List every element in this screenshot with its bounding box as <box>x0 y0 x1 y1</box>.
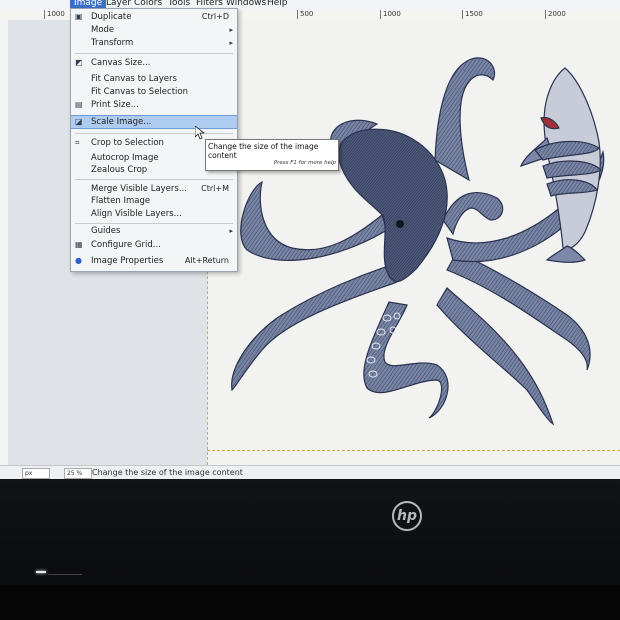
submenu-arrow-icon: ▸ <box>229 39 233 47</box>
menu-item-merge-visible[interactable]: Merge Visible Layers... Ctrl+M <box>71 183 237 195</box>
menu-separator <box>75 179 233 180</box>
menu-item-duplicate[interactable]: ▣ Duplicate Ctrl+D <box>71 11 237 23</box>
menubar-image[interactable]: Image <box>70 0 107 8</box>
menu-separator <box>75 133 233 134</box>
menu-item-flatten[interactable]: Flatten Image <box>71 195 237 207</box>
menu-item-image-properties[interactable]: ● Image Properties Alt+Return <box>71 255 237 267</box>
print-size-icon: ▤ <box>75 100 83 109</box>
tentacle <box>442 191 504 236</box>
crop-icon: ⌗ <box>75 138 80 147</box>
menu-item-configure-grid[interactable]: ▦ Configure Grid... <box>71 239 237 251</box>
ruler-tick: 2000 <box>545 10 566 19</box>
keyboard <box>0 585 620 620</box>
menu-item-mode[interactable]: Mode ▸ <box>71 24 237 36</box>
submenu-arrow-icon: ▸ <box>229 26 233 34</box>
octopus-illustration <box>231 57 605 426</box>
tooltip: Change the size of the image content Pre… <box>205 139 339 171</box>
menubar-tools[interactable]: Tools <box>168 0 190 8</box>
octopus-head <box>338 128 448 283</box>
monitor-screen: Image Layer Colors Tools Filters Windows… <box>0 0 620 484</box>
menu-separator <box>75 223 233 224</box>
submenu-arrow-icon: ▸ <box>229 227 233 235</box>
ruler-tick: 1000 <box>44 10 65 19</box>
menu-item-scale-image[interactable]: ◪ Scale Image... <box>71 115 237 129</box>
menubar-help[interactable]: Help <box>267 0 288 8</box>
ruler-tick: 500 <box>297 10 313 19</box>
menubar-filters[interactable]: Filters <box>196 0 223 8</box>
menu-item-fit-canvas-layers[interactable]: Fit Canvas to Layers <box>71 73 237 85</box>
menu-item-transform[interactable]: Transform ▸ <box>71 37 237 49</box>
tentacle <box>434 57 496 182</box>
zoom-select[interactable]: 25 % <box>64 468 92 479</box>
grid-icon: ▦ <box>75 240 83 249</box>
hp-logo: hp <box>392 501 422 531</box>
status-message: Change the size of the image content <box>92 468 243 477</box>
menu-item-guides[interactable]: Guides ▸ <box>71 225 237 237</box>
menubar-colors[interactable]: Colors <box>134 0 162 8</box>
octopus-eye <box>396 220 404 228</box>
menu-separator <box>75 53 233 54</box>
shark-tail <box>545 245 587 263</box>
ruler-tick: 1000 <box>380 10 401 19</box>
keyboard-light <box>36 571 46 573</box>
keyboard-edge <box>48 574 82 575</box>
ruler-tick: 1500 <box>462 10 483 19</box>
tentacle <box>363 301 449 419</box>
menubar-layer[interactable]: Layer <box>106 0 131 8</box>
scale-image-icon: ◪ <box>75 117 83 126</box>
menu-item-print-size[interactable]: ▤ Print Size... <box>71 99 237 111</box>
mouse-cursor-icon <box>195 126 205 140</box>
menu-item-align-visible[interactable]: Align Visible Layers... <box>71 208 237 220</box>
unit-select[interactable]: px <box>22 468 50 479</box>
menu-item-canvas-size[interactable]: ◩ Canvas Size... <box>71 57 237 69</box>
canvas-size-icon: ◩ <box>75 58 83 67</box>
info-icon: ● <box>75 256 82 265</box>
menu-item-fit-canvas-selection[interactable]: Fit Canvas to Selection <box>71 86 237 98</box>
duplicate-icon: ▣ <box>75 12 83 21</box>
status-bar: px 25 % Change the size of the image con… <box>0 465 620 480</box>
menubar-windows[interactable]: Windows <box>226 0 266 8</box>
